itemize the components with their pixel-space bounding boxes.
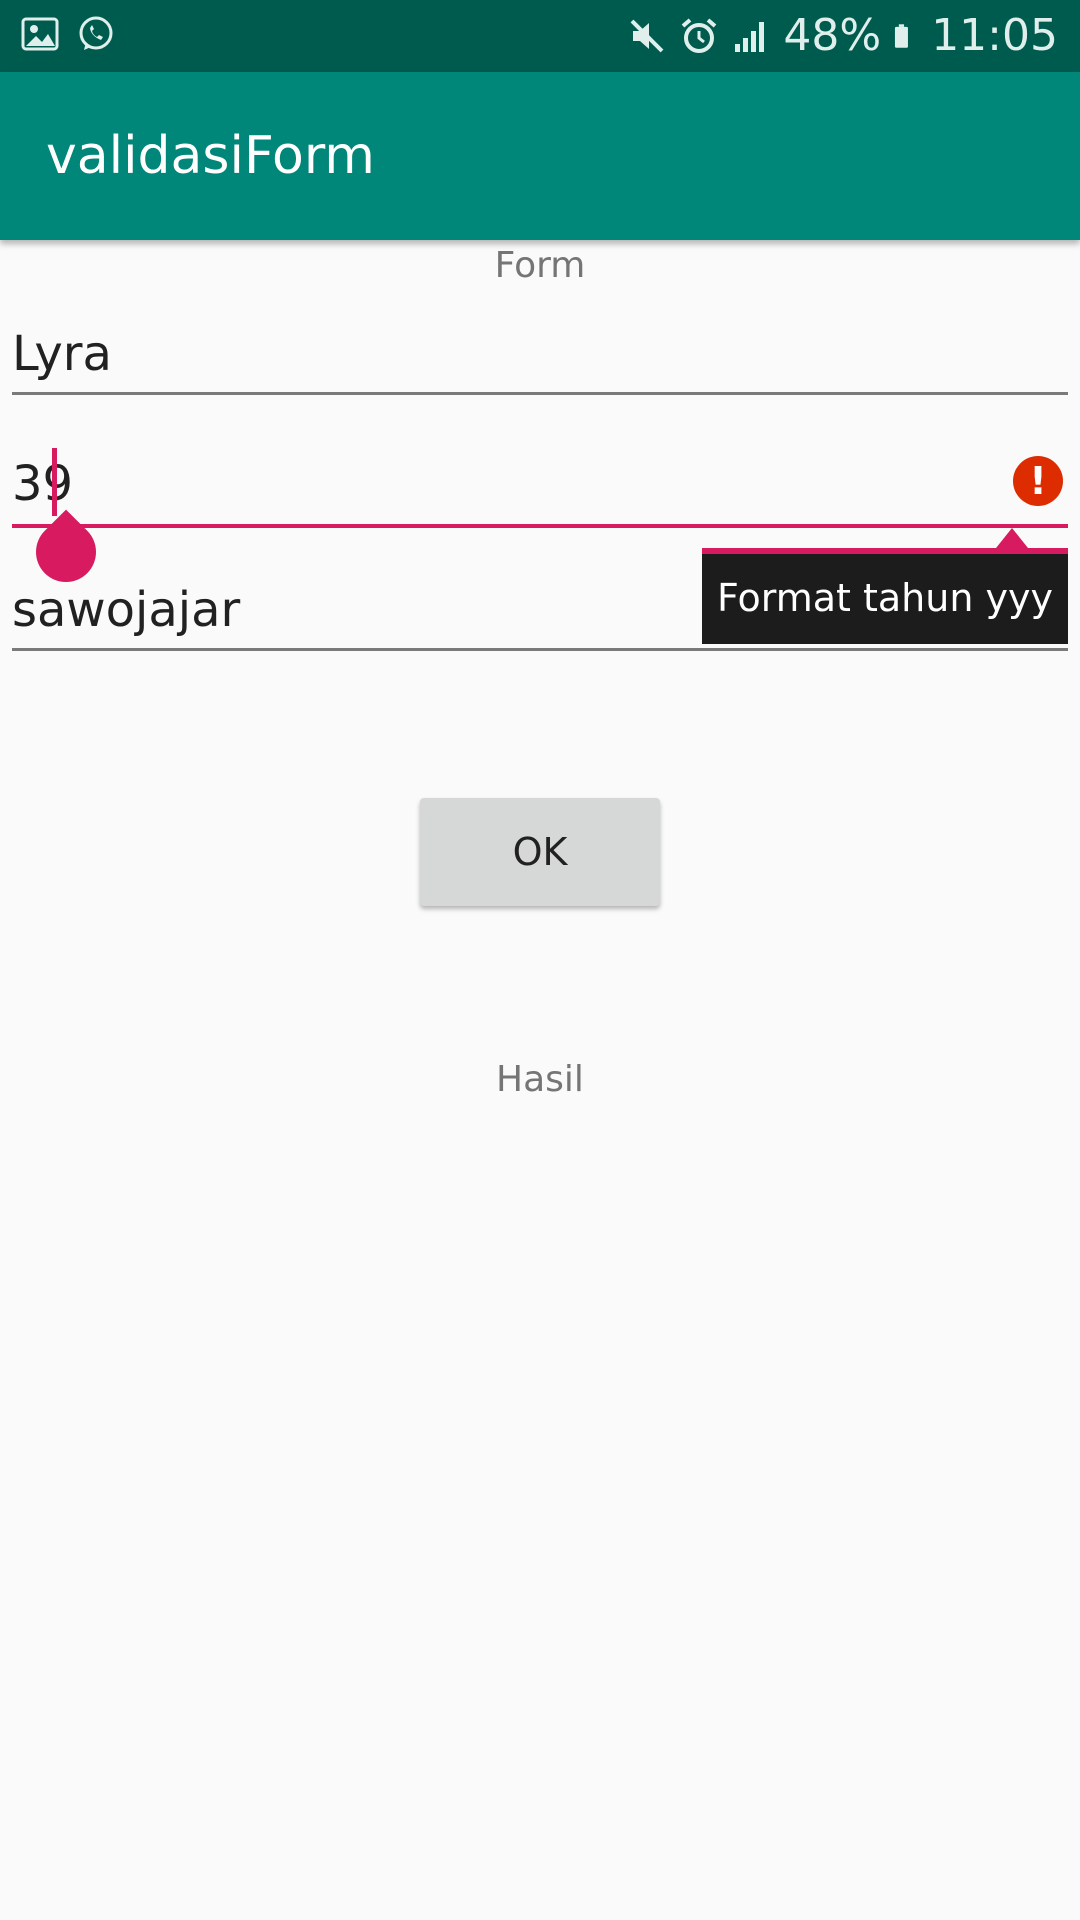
name-field[interactable]: Lyra bbox=[12, 322, 1068, 395]
signal-icon bbox=[735, 22, 765, 52]
error-tooltip: Format tahun yyy bbox=[702, 548, 1068, 644]
alarm-icon bbox=[682, 18, 717, 53]
year-field[interactable]: 39 bbox=[12, 448, 1068, 528]
status-time: 11:05 bbox=[931, 10, 1058, 61]
error-icon: ! bbox=[1013, 456, 1063, 506]
year-field-value: 39 bbox=[12, 456, 74, 512]
ok-button[interactable]: OK bbox=[420, 798, 660, 906]
battery-icon bbox=[895, 24, 909, 48]
status-bar-right: 48% 11:05 bbox=[627, 6, 1058, 66]
battery-percentage: 48% bbox=[783, 10, 882, 61]
gallery-icon bbox=[21, 17, 59, 51]
result-label: Hasil bbox=[496, 1059, 584, 1100]
address-field-value: sawojajar bbox=[12, 582, 241, 638]
name-field-value: Lyra bbox=[12, 326, 112, 382]
text-cursor bbox=[52, 448, 57, 516]
tooltip-arrow bbox=[996, 528, 1028, 548]
app-title: validasiForm bbox=[46, 126, 375, 186]
error-tooltip-text: Format tahun yyy bbox=[717, 576, 1053, 620]
app-bar: validasiForm bbox=[0, 72, 1080, 240]
status-bar-left bbox=[20, 14, 116, 54]
status-bar: 48% 11:05 bbox=[0, 0, 1080, 72]
whatsapp-icon bbox=[79, 16, 113, 50]
form-heading: Form bbox=[494, 245, 586, 286]
mute-icon bbox=[630, 19, 664, 53]
